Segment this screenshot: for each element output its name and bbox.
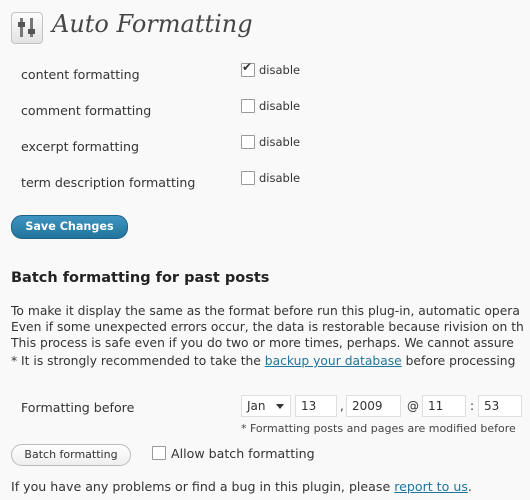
- batch-description-line: This process is safe even if you do two …: [11, 336, 514, 350]
- comment-formatting-checkbox[interactable]: [241, 99, 255, 113]
- term-description-formatting-label: term description formatting: [21, 175, 196, 190]
- report-to-us-link[interactable]: report to us: [394, 479, 468, 494]
- minute-input[interactable]: 53: [478, 395, 522, 417]
- time-colon: :: [470, 399, 475, 413]
- settings-icon: [11, 12, 43, 44]
- excerpt-formatting-label: excerpt formatting: [21, 139, 139, 154]
- year-input[interactable]: 2009: [346, 395, 401, 417]
- footer-text: If you have any problems or find a bug i…: [11, 479, 472, 494]
- minute-value: 53: [484, 399, 500, 413]
- formatting-before-label: Formatting before: [21, 400, 135, 415]
- page-title: Auto Formatting: [52, 10, 253, 38]
- day-value: 13: [301, 399, 317, 413]
- month-select[interactable]: Jan: [241, 395, 291, 417]
- hour-input[interactable]: 11: [422, 395, 466, 417]
- backup-note: * It is strongly recommended to take the…: [11, 354, 515, 368]
- batch-description-line: To make it display the same as the forma…: [11, 304, 520, 318]
- term-description-formatting-disable-label: disable: [259, 171, 301, 185]
- check-icon: ✔: [242, 60, 253, 74]
- content-formatting-disable-label: disable: [259, 63, 301, 77]
- date-comma: ,: [340, 399, 344, 413]
- month-value: Jan: [247, 399, 266, 413]
- batch-section-title: Batch formatting for past posts: [11, 270, 270, 286]
- backup-note-prefix: * It is strongly recommended to take the: [11, 354, 265, 368]
- excerpt-formatting-checkbox[interactable]: [241, 135, 255, 149]
- at-symbol: @: [407, 399, 419, 413]
- content-formatting-checkbox[interactable]: ✔: [241, 60, 255, 77]
- formatting-hint: * Formatting posts and pages are modifie…: [241, 422, 516, 435]
- comment-formatting-label: comment formatting: [21, 103, 152, 118]
- hour-value: 11: [428, 399, 444, 413]
- chevron-down-icon: [276, 404, 284, 409]
- allow-batch-formatting-label: Allow batch formatting: [171, 446, 315, 461]
- backup-note-suffix: before processing: [401, 354, 516, 368]
- day-input[interactable]: 13: [295, 395, 337, 417]
- save-changes-button[interactable]: Save Changes: [11, 215, 128, 239]
- footer-suffix: .: [467, 479, 472, 494]
- allow-batch-formatting-checkbox[interactable]: [152, 446, 166, 460]
- year-value: 2009: [352, 399, 383, 413]
- comment-formatting-disable-label: disable: [259, 99, 301, 113]
- backup-database-link[interactable]: backup your database: [265, 354, 402, 368]
- excerpt-formatting-disable-label: disable: [259, 135, 301, 149]
- term-description-formatting-checkbox[interactable]: [241, 171, 255, 185]
- content-formatting-label: content formatting: [21, 67, 140, 82]
- batch-formatting-button[interactable]: Batch formatting: [11, 444, 131, 466]
- batch-description-line: Even if some unexpected errors occur, th…: [11, 320, 524, 334]
- footer-prefix: If you have any problems or find a bug i…: [11, 479, 395, 494]
